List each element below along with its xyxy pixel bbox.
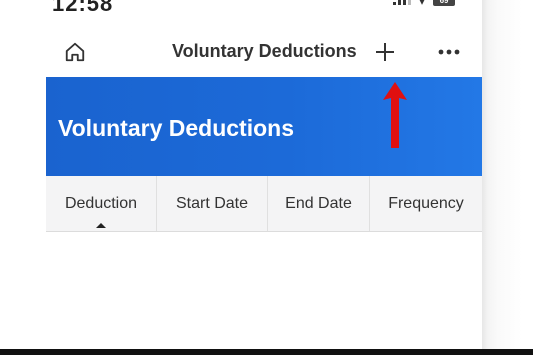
- tab-label: End Date: [285, 195, 352, 212]
- tab-label: Start Date: [175, 195, 249, 212]
- nav-title: Voluntary Deductions: [172, 41, 357, 61]
- tab-end-date[interactable]: End Date: [268, 176, 370, 231]
- selected-caret-icon: [96, 223, 106, 228]
- tab-label: Frequency: [388, 195, 464, 212]
- page-title: Voluntary Deductions: [58, 115, 294, 141]
- bottom-edge: [0, 349, 533, 355]
- status-time: 12:58: [52, 0, 114, 16]
- top-nav-bar: Voluntary Deductions: [46, 30, 482, 74]
- column-tabs: Deduction Start Date End Date Frequency: [46, 176, 482, 232]
- signal-icon: [393, 0, 411, 5]
- tab-start-date[interactable]: Start Date: [157, 176, 268, 231]
- more-horizontal-icon[interactable]: [434, 42, 464, 62]
- wifi-icon: ▾: [419, 0, 426, 8]
- tab-label: Deduction: [64, 195, 138, 212]
- screenshot-frame: 12:58 ▾ 69 Voluntary Deductions Voluntar…: [0, 0, 533, 355]
- status-icons: ▾ 69: [393, 0, 456, 10]
- tab-deduction[interactable]: Deduction: [46, 176, 157, 231]
- annotation-arrow-icon: [383, 82, 407, 148]
- home-icon[interactable]: [64, 41, 86, 63]
- page-header: Voluntary Deductions: [46, 77, 482, 176]
- tab-frequency[interactable]: Frequency: [370, 176, 482, 231]
- screen-edge: [482, 0, 533, 355]
- battery-icon: 69: [433, 0, 456, 6]
- plus-icon[interactable]: [372, 39, 398, 65]
